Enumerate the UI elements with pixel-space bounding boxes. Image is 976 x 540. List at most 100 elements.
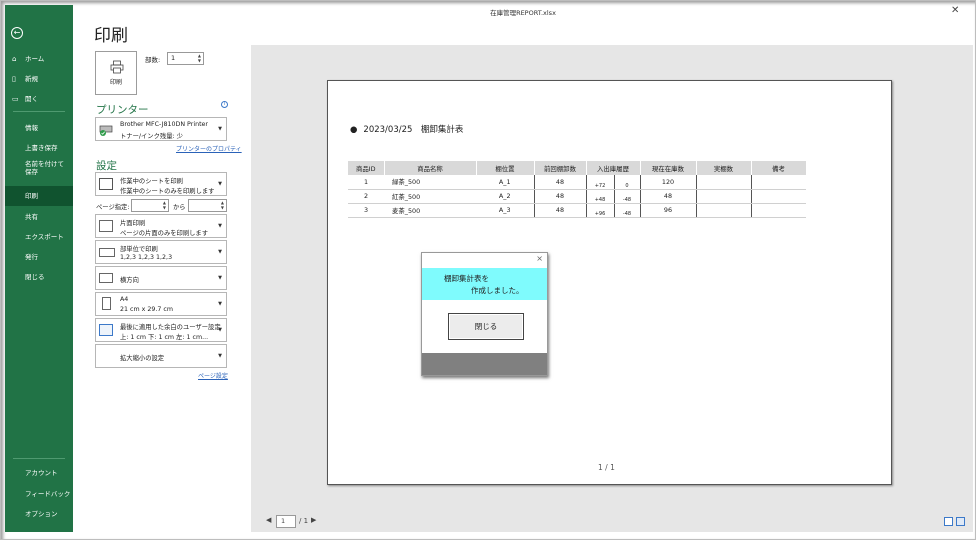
chevron-down-icon: ▼ (218, 181, 222, 187)
table-row: 3 麦茶_500 A_3 48 +96 -48 96 (348, 203, 806, 218)
page-title: 印刷 (94, 26, 128, 46)
bullet-icon: ● (350, 125, 358, 135)
table-cell: -48 (613, 189, 640, 204)
printer-icon (110, 60, 124, 74)
zoom-to-page-icon[interactable] (956, 517, 965, 526)
window-close-button[interactable]: ✕ (951, 5, 959, 16)
sidebar-item-label: 新規 (25, 75, 38, 83)
sidebar-item-print[interactable]: 印刷 (5, 186, 73, 206)
table-cell: 48 (533, 189, 586, 204)
pages-to-input[interactable]: ▲ ▼ (188, 199, 227, 212)
table-cell: 紅茶_500 (384, 189, 476, 204)
spin-down-icon[interactable]: ▼ (198, 59, 201, 63)
info-icon[interactable]: i (221, 101, 228, 108)
table-cell: 0 (613, 175, 640, 190)
chevron-down-icon: ▼ (218, 327, 222, 333)
dialog-message-line2: 作成しました。 (471, 286, 524, 295)
table-header-row: 商品ID 商品名称 棚位置 前回棚卸数 入出庫履歴 現在在庫数 実棚数 備考 (348, 161, 807, 175)
print-button-label: 印刷 (109, 79, 122, 86)
show-margins-icon[interactable] (944, 517, 953, 526)
sidebar-item-feedback[interactable]: フィードバック (5, 484, 73, 504)
sidebar-item-export[interactable]: エクスポート (5, 227, 73, 247)
one-sided-icon (99, 220, 113, 232)
margins-select[interactable]: 最後に適用した余白のユーザー設定 上: 1 cm 下: 1 cm 左: 1 cm… (95, 318, 227, 342)
table-header-cell: 入出庫履歴 (586, 161, 641, 175)
pages-label: ページ指定: (96, 204, 130, 211)
table-header-cell: 備考 (751, 161, 807, 175)
back-arrow-icon[interactable]: ← (11, 27, 23, 39)
next-page-icon[interactable]: ▶ (311, 516, 316, 524)
sidebar-item-info[interactable]: 情報 (5, 118, 73, 138)
table-cell: 120 (639, 175, 696, 190)
sidebar-item-publish[interactable]: 発行 (5, 247, 73, 267)
spin-down-icon[interactable]: ▼ (163, 206, 166, 210)
print-what-desc: 作業中のシートのみを印刷します (120, 188, 215, 195)
collate-title: 部単位で印刷 (120, 246, 158, 253)
sides-select[interactable]: 片面印刷 ページの片面のみを印刷します ▼ (95, 214, 227, 238)
collate-select[interactable]: 部単位で印刷 1,2,3 1,2,3 1,2,3 ▼ (95, 240, 227, 264)
table-cell (695, 175, 751, 190)
table-row: 1 緑茶_500 A_1 48 +72 0 120 (348, 175, 806, 190)
prev-page-icon[interactable]: ◀ (266, 516, 271, 524)
sidebar-item-options[interactable]: オプション (5, 504, 73, 524)
table-cell: A_2 (476, 189, 534, 204)
printer-select[interactable]: Brother MFC-J810DN Printer トナー/インク残量: 少 … (95, 117, 227, 141)
table-cell: 48 (533, 203, 586, 218)
table-header-cell: 現在在庫数 (640, 161, 697, 175)
table-header-cell: 商品ID (348, 161, 385, 175)
paper-size-title: A4 (120, 296, 129, 303)
print-what-select[interactable]: 作業中のシートを印刷 作業中のシートのみを印刷します ▼ (95, 172, 227, 196)
page-setup-link[interactable]: ページ設定 (198, 371, 228, 380)
settings-heading: 設定 (96, 160, 117, 172)
sidebar-item-share[interactable]: 共有 (5, 207, 73, 227)
table-cell: 麦茶_500 (384, 203, 476, 218)
table-cell (695, 203, 751, 218)
copies-input[interactable]: 1 ▲ ▼ (167, 52, 204, 65)
orientation-select[interactable]: 横方向 ▼ (95, 266, 227, 290)
table-cell (750, 175, 806, 190)
table-cell: A_3 (476, 203, 534, 218)
table-cell (750, 189, 806, 204)
table-cell: 48 (639, 189, 696, 204)
sidebar-item-save[interactable]: 上書き保存 (5, 138, 73, 158)
chevron-down-icon: ▼ (218, 301, 222, 307)
printer-name: Brother MFC-J810DN Printer (120, 121, 209, 128)
dialog-close-icon[interactable]: × (536, 254, 543, 263)
excel-backstage-window: ← ⌂ ホーム ▯ 新規 ▭ 開く 情報 上書き保存 名前を付けて保存 印刷 共… (0, 0, 976, 540)
sidebar-item-open[interactable]: ▭ 開く (5, 89, 73, 109)
table-cell: +48 (585, 189, 614, 204)
pages-from-input[interactable]: ▲ ▼ (131, 199, 169, 212)
sheet-icon (99, 178, 113, 190)
table-cell: 48 (533, 175, 586, 190)
margins-title: 最後に適用した余白のユーザー設定 (120, 324, 221, 331)
chevron-down-icon: ▼ (218, 249, 222, 255)
page-indicator: 1 / 1 (598, 463, 615, 472)
paper-size-select[interactable]: A4 21 cm x 29.7 cm ▼ (95, 292, 227, 316)
sidebar-item-new[interactable]: ▯ 新規 (5, 69, 73, 89)
message-dialog: × 棚卸集計表を 作成しました。 閉じる (421, 252, 548, 376)
collate-icon (99, 248, 115, 257)
spin-down-icon[interactable]: ▼ (221, 206, 224, 210)
chevron-down-icon: ▼ (218, 223, 222, 229)
dialog-message-line1: 棚卸集計表を (444, 274, 489, 283)
scaling-select[interactable]: 拡大縮小の設定 ▼ (95, 344, 227, 368)
sidebar-item-home[interactable]: ⌂ ホーム (5, 49, 73, 69)
printer-properties-link[interactable]: プリンターのプロパティ (176, 144, 242, 153)
landscape-icon (99, 273, 113, 283)
sides-desc: ページの片面のみを印刷します (120, 230, 209, 237)
printer-ready-icon (99, 125, 113, 136)
preview-page: ● 2023/03/25 棚卸集計表 商品ID 商品名称 棚位置 前回棚卸数 入出… (327, 80, 892, 485)
copies-value: 1 (171, 54, 176, 62)
printer-status: トナー/インク残量: 少 (120, 133, 183, 140)
sidebar-item-save-as[interactable]: 名前を付けて保存 (5, 158, 73, 182)
chevron-down-icon: ▼ (218, 353, 222, 359)
sidebar-item-account[interactable]: アカウント (5, 463, 73, 483)
copies-label: 部数: (145, 56, 161, 64)
print-button[interactable]: 印刷 (95, 51, 137, 95)
page-number-input[interactable]: 1 (276, 515, 296, 528)
dialog-close-button[interactable]: 閉じる (448, 313, 524, 340)
orientation-title: 横方向 (120, 277, 139, 284)
chevron-down-icon: ▼ (218, 126, 222, 132)
sidebar-item-close[interactable]: 閉じる (5, 267, 73, 287)
sidebar-divider (13, 458, 65, 459)
